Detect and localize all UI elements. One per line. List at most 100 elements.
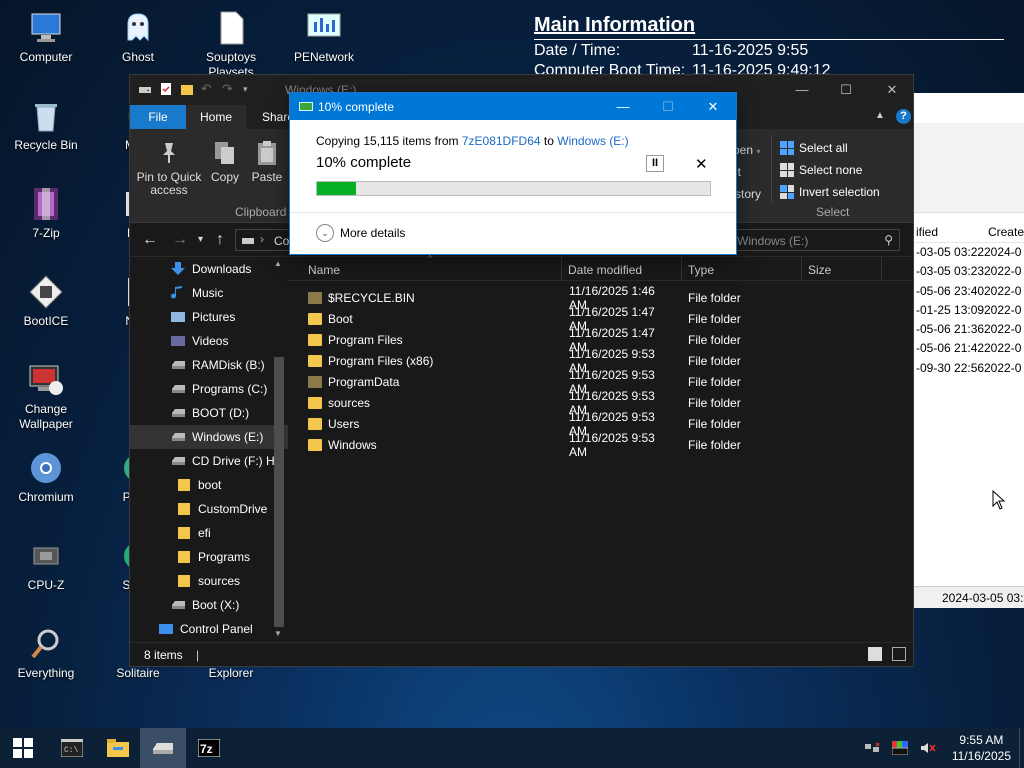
desktop-icon-bootice[interactable]: BootICE [3,274,89,329]
open-button[interactable]: pen ▾ [733,143,760,157]
column-type[interactable]: Type [682,257,802,280]
forward-button[interactable]: → [172,231,188,249]
file-list[interactable]: Name Date modified Type Size ^ $RECYCLE.… [288,253,913,642]
copy-progress-dialog[interactable]: 10% complete — ☐ ✕ Copying 15,115 items … [289,92,737,255]
date-modified-cell: 11/16/2025 9:53 AM [569,430,655,459]
new-folder-icon[interactable] [180,82,194,96]
drive-icon[interactable] [138,82,152,96]
table-row[interactable]: -05-06 23:40 2022-0 [912,284,1024,303]
sidebar-item-efi[interactable]: efi [130,521,288,545]
destination-link[interactable]: Windows (E:) [557,134,628,148]
maximize-button[interactable]: ☐ [823,75,869,105]
list-item[interactable]: Windows 11/16/2025 9:53 AM File folder [288,431,913,459]
taskbar-terminal[interactable]: C:\ [49,728,95,768]
history-button[interactable]: story [735,187,761,201]
select-all-button[interactable]: Select all [780,137,880,159]
column-size[interactable]: Size [802,257,882,280]
start-button[interactable] [0,728,46,768]
column-modified[interactable]: ified [912,221,984,242]
sidebar-item-windows-e[interactable]: Windows (E:) [130,425,288,449]
select-none-button[interactable]: Select none [780,159,880,181]
source-link[interactable]: 7zE081DFD64 [462,134,541,148]
desktop-icon-7-zip[interactable]: 7-Zip [3,186,89,241]
paste-button[interactable]: Paste [250,139,284,184]
sidebar-item-control-panel[interactable]: Control Panel [130,617,288,641]
search-input[interactable]: h Windows (E:) ⚲ [720,229,900,251]
sidebar-item-pictures[interactable]: Pictures [130,305,288,329]
invert-selection-button[interactable]: Invert selection [780,181,880,203]
recent-locations-button[interactable]: ▾ [198,234,203,245]
clock[interactable]: 9:55 AM 11/16/2025 [942,732,1019,764]
network-icon[interactable] [864,741,880,755]
column-date-modified[interactable]: Date modified [562,257,682,280]
collapse-ribbon-icon[interactable]: ▲ [875,110,885,121]
sidebar-item-downloads[interactable]: Downloads [130,257,288,281]
volume-muted-icon[interactable] [920,741,936,755]
tab-file[interactable]: File [130,105,186,129]
sidebar-item-videos[interactable]: Videos [130,329,288,353]
chevron-down-icon[interactable]: ▾ [243,82,257,96]
dialog-minimize-button[interactable]: — [600,93,646,120]
dialog-close-button[interactable]: ✕ [690,93,736,120]
column-created[interactable]: Create [984,221,1024,242]
properties-icon[interactable] [159,82,173,96]
table-row[interactable]: -01-25 13:09 2022-0 [912,303,1024,322]
desktop-icon-souptoys-playsets[interactable]: Souptoys Playsets [188,10,274,80]
dialog-titlebar[interactable]: 10% complete — ☐ ✕ [290,93,736,120]
sidebar-item-boot[interactable]: boot [130,473,288,497]
pin-to-quick-access-button[interactable]: Pin to Quick access [136,139,202,197]
sidebar-item-customdrive[interactable]: CustomDrive [130,497,288,521]
desktop-icon-penetwork[interactable]: PENetwork [281,10,367,65]
sidebar-item-boot-x[interactable]: Boot (X:) [130,593,288,617]
breadcrumb[interactable]: Co [274,234,289,248]
display-icon[interactable] [891,741,909,756]
copy-button[interactable]: Copy [208,139,242,184]
large-icons-view-icon[interactable] [892,647,906,661]
table-row[interactable]: -09-30 22:56 2022-0 [912,361,1024,380]
table-row[interactable]: -05-06 21:42 2022-0 [912,341,1024,360]
desktop-icon-everything[interactable]: Everything [3,626,89,681]
desktop-icon-chromium[interactable]: Chromium [3,450,89,505]
scroll-up-icon[interactable]: ▲ [274,259,282,268]
details-view-icon[interactable] [868,647,882,661]
minimize-button[interactable]: — [779,75,825,105]
table-row[interactable]: -03-05 03:23 2022-0 [912,264,1024,283]
cancel-button[interactable]: ✕ [695,155,708,173]
background-window[interactable]: ified Create -03-05 03:22 2024-0 -03-05 03… [912,93,1024,608]
folder-icon [308,396,322,409]
navigation-scrollbar[interactable]: ▲ ▼ [270,257,286,642]
up-button[interactable]: ↑ [216,231,224,249]
more-details-button[interactable]: ⌄ More details [316,224,405,242]
redo-icon[interactable]: ↷ [222,82,236,96]
sidebar-item-sources[interactable]: sources [130,569,288,593]
sidebar-item-programs[interactable]: Programs [130,545,288,569]
pause-button[interactable]: II [646,155,664,172]
desktop-icon-change-wallpaper[interactable]: Change Wallpaper [3,362,89,432]
sidebar-item-boot-d[interactable]: BOOT (D:) [130,401,288,425]
table-row[interactable]: -05-06 21:36 2022-0 [912,322,1024,341]
item-count: 8 items [144,648,183,662]
taskbar-file-explorer[interactable] [95,728,141,768]
sidebar-item-cd-drive-f-h[interactable]: CD Drive (F:) H [130,449,288,473]
table-row[interactable]: -03-05 03:22 2024-0 [912,245,1024,264]
sidebar-item-ramdisk-b[interactable]: RAMDisk (B:) [130,353,288,377]
desktop-icon-cpu-z[interactable]: CPU-Z [3,538,89,593]
show-desktop-button[interactable] [1019,728,1024,768]
back-button[interactable]: ← [142,231,158,249]
desktop-icon-computer[interactable]: Computer [3,10,89,65]
scroll-thumb[interactable] [274,357,284,627]
navigation-pane[interactable]: Downloads Music Pictures Videos RAMDisk (B:)… [130,257,288,642]
undo-icon[interactable]: ↶ [201,82,215,96]
sidebar-item-programs-c[interactable]: Programs (C:) [130,377,288,401]
desktop-icon-recycle-bin[interactable]: Recycle Bin [3,98,89,153]
taskbar-windows-drive[interactable] [140,728,186,768]
taskbar-7zip[interactable]: 7z [186,728,232,768]
desktop-icon-ghost[interactable]: Ghost [95,10,181,65]
close-button[interactable]: ✕ [869,75,915,105]
column-name[interactable]: Name [288,257,562,280]
folder-icon [178,575,190,587]
tab-home[interactable]: Home [186,105,247,129]
help-icon[interactable]: ? [896,109,911,124]
sidebar-item-music[interactable]: Music [130,281,288,305]
scroll-down-icon[interactable]: ▼ [274,629,282,638]
